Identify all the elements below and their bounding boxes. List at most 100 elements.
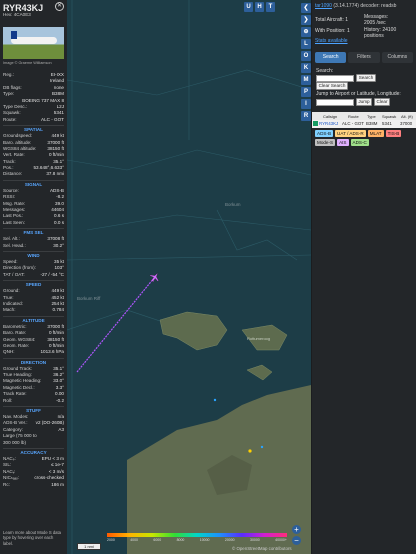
col-alt[interactable]: Alt. (ft) xyxy=(401,114,413,119)
aircraft-info-panel: RYR43KJ Hex: 4CA0E3 ✕ Image © Graeme Wil… xyxy=(0,0,67,554)
expand-icon[interactable]: ❯ xyxy=(301,15,311,25)
footer-note: Learn more about Mode S data type by hov… xyxy=(3,530,61,546)
info-key: Route: xyxy=(3,116,17,122)
plane-shape xyxy=(11,37,57,44)
info-row: Distance: 37.8 nmi xyxy=(3,171,64,177)
plane-tail xyxy=(11,31,17,39)
info-row: TAT / OAT: -27 / -54 °C xyxy=(3,272,64,278)
col-type[interactable]: Type xyxy=(367,114,376,119)
info-key: QNH: xyxy=(3,349,15,355)
legend-item: ADS-C xyxy=(350,139,369,146)
info-key: 300 000 lb) xyxy=(3,439,26,445)
marker-icon[interactable] xyxy=(213,398,217,402)
with-position: With Position: 1 xyxy=(315,28,350,34)
marker-icon[interactable] xyxy=(260,445,264,449)
legend-item: UAT / ADS-R xyxy=(335,130,366,137)
tab-columns[interactable]: Columns xyxy=(381,52,413,63)
colorbar-labels: 2000 4000 6000 8000 10000 20000 30000 40000+ xyxy=(107,538,287,542)
section-title[interactable]: STUFF xyxy=(3,406,64,414)
tab-filters[interactable]: Filters xyxy=(348,52,380,63)
place-label: Borkum Riff xyxy=(77,296,101,301)
info-row: Last Seen: 0.0 s xyxy=(3,220,64,226)
collapse-icon[interactable]: ❮ xyxy=(301,3,311,13)
layer-l-button[interactable]: L xyxy=(301,39,311,49)
row-route: ALC - GOT xyxy=(342,121,364,126)
map-toolbar: ❮ ❯ ⊕ L O K M P I R xyxy=(300,0,312,554)
info-value: 186 m xyxy=(51,481,64,487)
colorbar-label: 40000+ xyxy=(275,538,287,542)
legend-item: MLAT xyxy=(367,130,384,137)
info-row: Sel. Head.: 30.2° xyxy=(3,243,64,249)
info-rows: Reg.: EI-IXX Ireland DB flags: none Type: B38M… xyxy=(3,72,64,488)
clear-search-button[interactable]: Clear Search xyxy=(316,82,348,90)
map-button-t[interactable]: T xyxy=(266,2,275,12)
jump-button[interactable]: Jump xyxy=(356,98,372,106)
info-key: Mach: xyxy=(3,307,16,313)
section-title[interactable]: FMS SEL xyxy=(3,228,64,236)
messages-value: 2005 /sec xyxy=(364,20,386,26)
info-value: 37.8 nmi xyxy=(46,171,64,177)
col-callsign[interactable]: Callsign xyxy=(323,114,337,119)
layer-r-button[interactable]: R xyxy=(301,111,311,121)
layer-o-button[interactable]: O xyxy=(301,51,311,61)
map-button-h[interactable]: H xyxy=(255,2,264,12)
tar1090-link[interactable]: tar1090 xyxy=(315,3,332,9)
info-key: Roll: xyxy=(3,397,13,403)
section-title[interactable]: ALTITUDE xyxy=(3,315,64,324)
search-button[interactable]: Search xyxy=(356,74,376,82)
map-attribution[interactable]: © OpenStreetMap contributors xyxy=(232,546,292,551)
place-label: Borkum xyxy=(225,202,241,207)
altitude-colorbar xyxy=(107,533,287,537)
hex-code: Hex: 4CA0E3 xyxy=(3,12,31,17)
legend-item: ADS-B xyxy=(315,130,334,137)
section-title[interactable]: SPATIAL xyxy=(3,125,64,133)
history-value: positions xyxy=(364,33,384,39)
tab-search[interactable]: Search xyxy=(315,52,347,63)
header: tar1090 (3.14.1774) decoder: readsb xyxy=(315,3,396,9)
info-row: QNH: 1013.6 hPa xyxy=(3,349,64,355)
clear-button[interactable]: Clear xyxy=(374,98,390,106)
table-row[interactable]: RYR43KJ ALC - GOT B38M 5341 37000 xyxy=(312,120,416,128)
section-title[interactable]: SIGNAL xyxy=(3,179,64,188)
section-title[interactable]: ACCURACY xyxy=(3,447,64,456)
info-row: Mach: 0.784 xyxy=(3,307,64,313)
layer-m-button[interactable]: M xyxy=(301,75,311,85)
map-button-u[interactable]: U xyxy=(244,2,253,12)
row-callsign: RYR43KJ xyxy=(319,121,339,126)
place-label: Rottumeroog xyxy=(247,336,270,341)
section-title[interactable]: SPEED xyxy=(3,280,64,288)
info-key: TAT / OAT: xyxy=(3,271,25,277)
section-title[interactable]: WIND xyxy=(3,250,64,259)
jump-input[interactable] xyxy=(316,99,354,106)
row-type: B38M xyxy=(366,121,378,126)
layer-i-button[interactable]: I xyxy=(301,99,311,109)
search-input[interactable] xyxy=(316,75,354,82)
col-squawk[interactable]: Squawk xyxy=(382,114,396,119)
total-aircraft: Total Aircraft: 1 xyxy=(315,17,349,23)
scale-bar: 1 nmi xyxy=(77,543,101,550)
layer-k-button[interactable]: K xyxy=(301,63,311,73)
colorbar-label: 4000 xyxy=(130,538,138,542)
layer-p-button[interactable]: P xyxy=(301,87,311,97)
flag-icon xyxy=(313,121,318,126)
col-route[interactable]: Route xyxy=(348,114,359,119)
map-canvas[interactable]: Borkum Borkum Riff Rottumeroog xyxy=(67,0,311,554)
info-key: Last Seen: xyxy=(3,219,25,225)
info-key: Sel. Head.: xyxy=(3,242,26,248)
table-header: Callsign Route Type Squawk Alt. (ft) xyxy=(312,112,416,120)
stats-link[interactable]: Stats available xyxy=(315,38,348,45)
aircraft-photo[interactable] xyxy=(3,27,64,59)
map[interactable]: Borkum Borkum Riff Rottumeroog U H T + −… xyxy=(67,0,311,554)
close-icon[interactable]: ✕ xyxy=(55,2,64,11)
section-title[interactable]: DIRECTION xyxy=(3,357,64,366)
colorbar-label: 30000 xyxy=(250,538,260,542)
info-key: Rᴄ: xyxy=(3,481,10,487)
colorbar-label: 6000 xyxy=(153,538,162,542)
info-key: Distance: xyxy=(3,171,23,177)
colorbar-label: 10000 xyxy=(199,538,210,542)
marker-icon[interactable] xyxy=(248,449,252,453)
info-value: A3 xyxy=(58,426,64,432)
info-row: Rᴄ: 186 m xyxy=(3,482,64,488)
center-icon[interactable]: ⊕ xyxy=(301,27,311,37)
app-root: RYR43KJ Hex: 4CA0E3 ✕ Image © Graeme Wil… xyxy=(0,0,416,554)
